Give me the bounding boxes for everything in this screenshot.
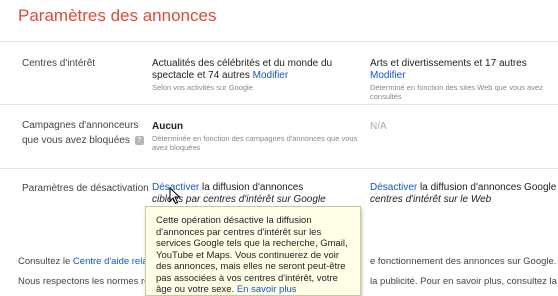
mouse-pointer-icon xyxy=(169,187,181,205)
web-optout-text2: centres d'intérêt sur le Web xyxy=(370,194,492,205)
web-interests-edit-link[interactable]: Modifier xyxy=(370,70,406,81)
help-icon[interactable]: ? xyxy=(134,136,144,145)
campaigns-label-line2: que vous avez bloquées xyxy=(22,135,130,146)
search-optout-text1: la diffusion d'annonces xyxy=(202,182,304,193)
web-optout-cell: Désactiver la diffusion d'annonces Googl… xyxy=(370,182,558,206)
tooltip-text: Cette opération désactive la diffusion d… xyxy=(156,215,348,295)
search-interests-cell: Actualités des célébrités et du monde du… xyxy=(152,58,362,92)
footer-help-line: Consultez le Centre d'aide relat xyxy=(18,256,150,267)
optout-label: Paramètres de désactivation xyxy=(22,183,149,194)
web-optout-link[interactable]: Désactiver xyxy=(370,182,417,193)
search-campaigns-cell: Aucun Déterminée en fonction des campagn… xyxy=(152,121,367,152)
web-interests-note: Déterminé en fonction des sites Web que … xyxy=(370,83,543,101)
campaigns-label-line1: Campagnes d'annonceurs xyxy=(22,120,139,131)
web-interests-cell: Arts et divertissements et 17 autres Mod… xyxy=(370,58,556,101)
search-interests-text: Actualités des célébrités et du monde du… xyxy=(152,58,333,81)
interests-label: Centres d'intérêt xyxy=(22,58,96,69)
row-divider xyxy=(0,168,558,169)
search-campaigns-note: Déterminée en fonction des campagnes d'a… xyxy=(152,134,358,152)
row-divider xyxy=(0,104,558,105)
web-interests-text: Arts et divertissements et 17 autres xyxy=(370,58,527,69)
search-campaigns-value: Aucun xyxy=(152,121,184,132)
help-center-link[interactable]: Centre d'aide relat xyxy=(73,256,150,267)
footer-policy-suffix: la publicité. Pour en savoir plus, consu… xyxy=(370,276,558,287)
page-title: Paramètres des annonces xyxy=(18,6,217,25)
search-interests-edit-link[interactable]: Modifier xyxy=(253,70,289,81)
web-optout-text1: la diffusion d'annonces Google par xyxy=(420,182,558,193)
footer-policy-prefix: Nous respectons les normes re xyxy=(18,276,150,287)
web-campaigns-value: N/A xyxy=(370,121,387,132)
search-optout-cell: Désactiver la diffusion d'annonces ciblé… xyxy=(152,182,367,206)
learn-more-link[interactable]: En savoir plus xyxy=(237,284,297,295)
header-divider xyxy=(0,41,558,42)
footer-help-suffix: e fonctionnement des annonces sur Google… xyxy=(370,256,557,267)
optout-tooltip: Cette opération désactive la diffusion d… xyxy=(145,206,361,296)
campaigns-label: Campagnes d'annonceurs que vous avez blo… xyxy=(22,118,144,148)
footer-help-prefix: Consultez le xyxy=(18,256,71,267)
search-interests-note: Selon vos activités sur Google xyxy=(152,83,253,92)
